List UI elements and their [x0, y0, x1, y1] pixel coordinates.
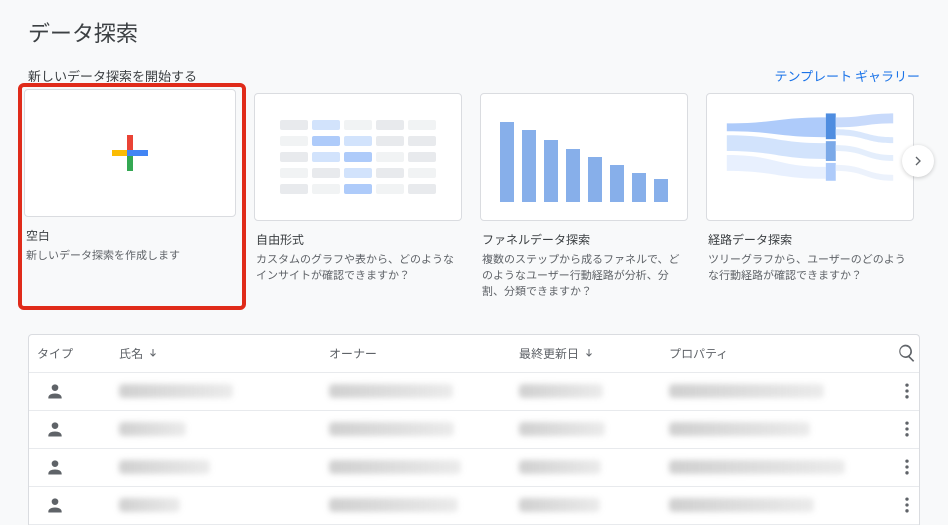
table-row[interactable] [29, 449, 919, 487]
card-path[interactable]: 経路データ探索 ツリーグラフから、ユーザーのどのような行動経路が確認できますか？ [706, 93, 914, 300]
search-icon[interactable] [897, 343, 917, 363]
bar [632, 173, 646, 202]
template-cards-row: 空白 新しいデータ探索を作成します 自由形式 カスタムのグラフや表から、どのよう… [28, 93, 920, 300]
template-gallery-link[interactable]: テンプレート ギャラリー [774, 66, 920, 85]
card-path-thumb [706, 93, 914, 221]
card-funnel[interactable]: ファネルデータ探索 複数のステップから成るファネルで、どのようなユーザー行動経路… [480, 93, 688, 300]
card-blank-thumb [24, 89, 236, 217]
more-vert-icon[interactable] [897, 419, 917, 439]
bar [566, 149, 580, 202]
arrow-down-icon [583, 347, 595, 359]
person-icon [45, 457, 65, 477]
card-funnel-title: ファネルデータ探索 [480, 231, 688, 248]
col-name[interactable]: 氏名 [119, 345, 329, 362]
table-row[interactable] [29, 373, 919, 411]
person-icon [45, 419, 65, 439]
person-icon [45, 495, 65, 515]
bar [500, 122, 514, 202]
person-icon [45, 381, 65, 401]
card-freeform-thumb [254, 93, 462, 221]
col-updated[interactable]: 最終更新日 [519, 345, 669, 362]
chevron-right-icon [910, 153, 926, 169]
arrow-down-icon [147, 347, 159, 359]
card-blank-desc: 新しいデータ探索を作成します [24, 248, 240, 264]
explorations-table: タイプ 氏名 オーナー 最終更新日 プロパティ [28, 334, 920, 525]
bar [522, 130, 536, 202]
bar [654, 179, 668, 202]
card-path-title: 経路データ探索 [706, 231, 914, 248]
bar [588, 157, 602, 202]
start-new-label: 新しいデータ探索を開始する [28, 66, 197, 85]
table-row[interactable] [29, 411, 919, 449]
bar [610, 165, 624, 202]
more-vert-icon[interactable] [897, 457, 917, 477]
bar [544, 140, 558, 202]
card-freeform-title: 自由形式 [254, 231, 462, 248]
card-funnel-desc: 複数のステップから成るファネルで、どのようなユーザー行動経路が分析、分割、分類で… [480, 252, 688, 300]
col-owner[interactable]: オーナー [329, 345, 519, 362]
more-vert-icon[interactable] [897, 495, 917, 515]
scroll-right-button[interactable] [902, 145, 934, 177]
card-path-desc: ツリーグラフから、ユーザーのどのような行動経路が確認できますか？ [706, 252, 914, 284]
card-blank[interactable]: 空白 新しいデータ探索を作成します [22, 87, 242, 306]
card-funnel-thumb [480, 93, 688, 221]
more-vert-icon[interactable] [897, 381, 917, 401]
col-type[interactable]: タイプ [37, 345, 119, 362]
col-property[interactable]: プロパティ [669, 345, 869, 362]
table-header: タイプ 氏名 オーナー 最終更新日 プロパティ [29, 335, 919, 373]
page-title: データ探索 [28, 16, 920, 48]
card-blank-title: 空白 [24, 227, 240, 244]
card-freeform[interactable]: 自由形式 カスタムのグラフや表から、どのようなインサイトが確認できますか？ [254, 93, 462, 300]
table-row[interactable] [29, 487, 919, 525]
card-freeform-desc: カスタムのグラフや表から、どのようなインサイトが確認できますか？ [254, 252, 462, 284]
plus-icon [112, 135, 148, 171]
